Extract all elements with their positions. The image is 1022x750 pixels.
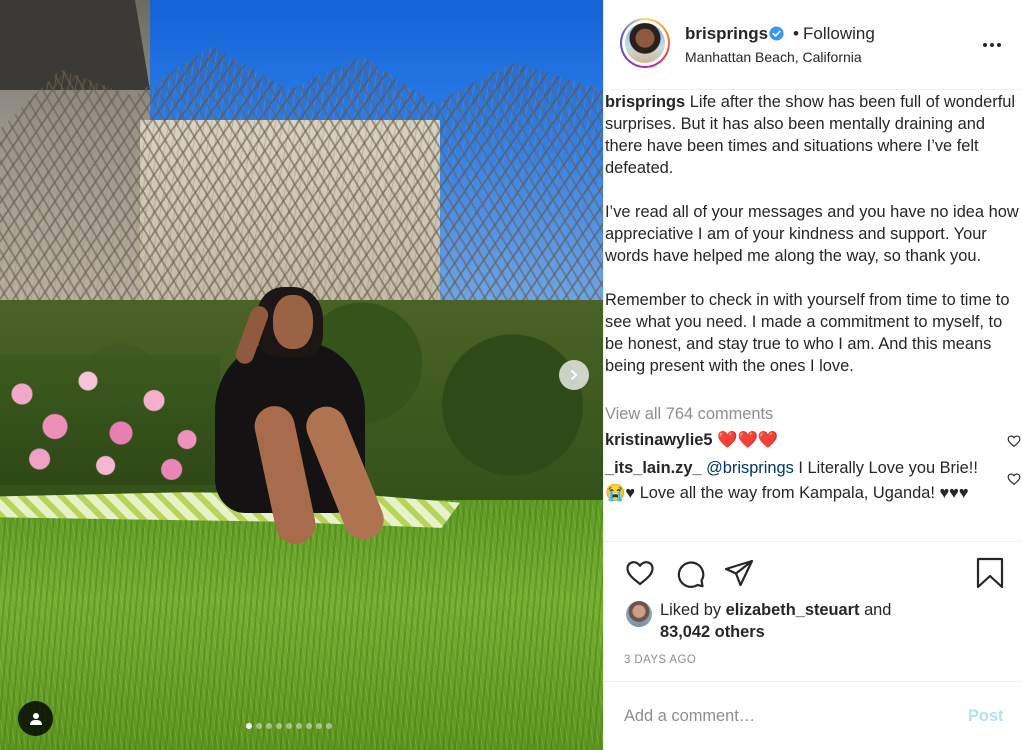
post-details-panel: brisprings • Following Manhattan Beach, … bbox=[603, 0, 1022, 750]
heart-icon[interactable] bbox=[624, 557, 656, 589]
comment-text: ❤️❤️❤️ bbox=[717, 431, 779, 449]
comment-like-heart-icon[interactable] bbox=[1007, 434, 1021, 448]
post-comment-button[interactable]: Post bbox=[968, 707, 1004, 726]
post-header: brisprings • Following Manhattan Beach, … bbox=[604, 0, 1022, 90]
comment-username[interactable]: _its_lain.zy_ bbox=[605, 459, 702, 477]
view-all-comments-link[interactable]: View all 764 comments bbox=[605, 405, 773, 424]
location-link[interactable]: Manhattan Beach, California bbox=[685, 49, 862, 65]
comment-mention[interactable]: @brisprings bbox=[706, 459, 794, 477]
likes-summary: Liked by elizabeth_steuart and 83,042 ot… bbox=[660, 601, 892, 641]
liked-by-avatar[interactable] bbox=[626, 601, 652, 627]
following-button[interactable]: Following bbox=[803, 24, 875, 44]
carousel-next-button[interactable] bbox=[559, 360, 589, 390]
avatar[interactable] bbox=[620, 18, 670, 68]
comments-section: brisprings Life after the show has been … bbox=[604, 90, 1022, 540]
verified-badge-icon bbox=[769, 26, 784, 41]
carousel-dot bbox=[256, 723, 262, 729]
caption-username[interactable]: brisprings bbox=[605, 93, 685, 111]
carousel-dot bbox=[306, 723, 312, 729]
header-separator: • bbox=[793, 24, 799, 43]
carousel-dot bbox=[276, 723, 282, 729]
chevron-right-icon bbox=[571, 370, 577, 380]
photo-flowers bbox=[0, 355, 220, 485]
share-icon[interactable] bbox=[723, 557, 755, 589]
tagged-users-button[interactable] bbox=[18, 701, 53, 736]
liked-by-user[interactable]: elizabeth_steuart bbox=[726, 601, 860, 619]
comment-item: _its_lain.zy_ @brisprings I Literally Lo… bbox=[605, 456, 995, 506]
add-comment-bar: Post bbox=[604, 681, 1022, 750]
comment-icon[interactable] bbox=[674, 557, 706, 589]
carousel-dot bbox=[316, 723, 322, 729]
photo-person bbox=[195, 285, 445, 555]
carousel-indicator bbox=[246, 723, 332, 729]
comment-item: kristinawylie5 ❤️❤️❤️ bbox=[605, 428, 995, 453]
bookmark-icon[interactable] bbox=[974, 557, 1006, 589]
comment-like-heart-icon[interactable] bbox=[1007, 472, 1021, 486]
user-tag-icon bbox=[29, 712, 42, 725]
carousel-dot bbox=[326, 723, 332, 729]
caption-text-3: Remember to check in with yourself from … bbox=[605, 291, 1010, 375]
carousel-dot bbox=[296, 723, 302, 729]
carousel-dot bbox=[246, 723, 252, 729]
caption: brisprings Life after the show has been … bbox=[604, 90, 1022, 377]
likes-count[interactable]: 83,042 others bbox=[660, 623, 765, 641]
add-comment-input[interactable] bbox=[624, 700, 954, 732]
carousel-dot bbox=[286, 723, 292, 729]
caption-text-2: I’ve read all of your messages and you h… bbox=[605, 203, 1019, 265]
comment-username[interactable]: kristinawylie5 bbox=[605, 431, 713, 449]
more-options-icon[interactable] bbox=[980, 35, 1004, 55]
post-timestamp[interactable]: 3 DAYS AGO bbox=[624, 654, 696, 666]
post-photo[interactable] bbox=[0, 0, 603, 750]
carousel-dot bbox=[266, 723, 272, 729]
header-username[interactable]: brisprings bbox=[685, 24, 768, 44]
action-bar: Liked by elizabeth_steuart and 83,042 ot… bbox=[604, 541, 1022, 681]
